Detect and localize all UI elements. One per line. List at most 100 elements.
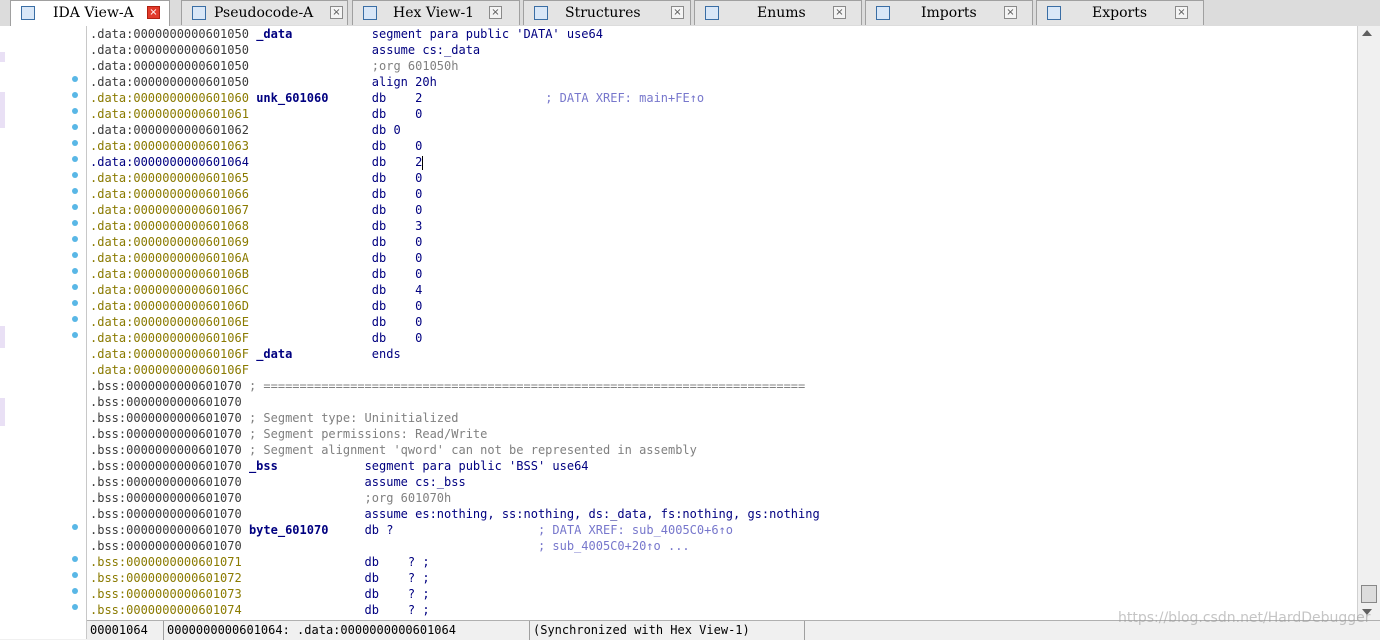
hex-view-icon — [363, 6, 377, 20]
line-instruction: ;org 601050h — [371, 59, 459, 73]
listing-line[interactable]: .bss:0000000000601070 ; ================… — [90, 378, 805, 394]
listing-line[interactable]: .data:000000000060106B db 0 — [90, 266, 422, 282]
line-label: byte_601070 — [248, 523, 329, 537]
listing-line[interactable]: .bss:0000000000601070 ; Segment alignmen… — [90, 442, 697, 458]
listing-line[interactable]: .data:000000000060106F _data ends — [90, 346, 401, 362]
listing-line[interactable]: .data:0000000000601068 db 3 — [90, 218, 422, 234]
line-instruction: align 20h — [371, 75, 437, 89]
listing-line-current[interactable]: .data:0000000000601064 db 2 — [90, 154, 424, 170]
line-address: .data:0000000000601060 — [90, 91, 249, 105]
line-address: .bss:0000000000601070 — [90, 491, 242, 505]
flow-dot — [72, 252, 78, 258]
listing-line[interactable]: .data:000000000060106F — [90, 362, 249, 378]
line-address: .bss:0000000000601070 — [90, 395, 242, 409]
tab-hex-view-1[interactable]: Hex View-1 × — [352, 0, 520, 25]
listing-line[interactable]: .data:000000000060106F db 0 — [90, 330, 422, 346]
close-icon[interactable]: × — [671, 6, 684, 19]
line-comment: ; ======================================… — [248, 379, 806, 393]
listing-line[interactable]: .data:000000000060106A db 0 — [90, 250, 422, 266]
line-address: .data:000000000060106C — [90, 283, 249, 297]
listing-line[interactable]: .bss:0000000000601070 ; sub_4005C0+20↑o … — [90, 538, 690, 554]
status-sync: (Synchronized with Hex View-1) — [530, 621, 805, 640]
pane-marker — [0, 326, 5, 348]
listing-line[interactable]: .bss:0000000000601070 — [90, 394, 242, 410]
line-xref[interactable]: ; sub_4005C0+20↑o ... — [538, 539, 690, 553]
close-icon[interactable]: × — [330, 6, 343, 19]
scroll-up-arrow-icon[interactable] — [1362, 30, 1372, 36]
pane-marker — [0, 398, 5, 426]
listing-line[interactable]: .data:0000000000601050 assume cs:_data — [90, 42, 480, 58]
flow-dot — [72, 300, 78, 306]
listing-line[interactable]: .bss:0000000000601072 db ? ; — [90, 570, 430, 586]
line-xref[interactable]: ; DATA XREF: main+FE↑o — [545, 91, 704, 105]
tab-ida-view-a[interactable]: IDA View-A × — [10, 0, 170, 26]
listing-line[interactable]: .data:0000000000601069 db 0 — [90, 234, 422, 250]
listing-line[interactable]: .bss:0000000000601070 _bss segment para … — [90, 458, 589, 474]
tab-label: Enums — [757, 5, 806, 21]
listing-line[interactable]: .bss:0000000000601070 assume cs:_bss — [90, 474, 466, 490]
line-address: .data:0000000000601050 — [90, 75, 249, 89]
scrollbar-thumb[interactable] — [1361, 585, 1377, 603]
flow-arrows-pane — [0, 26, 87, 639]
tab-structures[interactable]: Structures × — [523, 0, 691, 25]
flow-dot — [72, 332, 78, 338]
listing-line[interactable]: .data:0000000000601061 db 0 — [90, 106, 422, 122]
close-icon[interactable]: × — [833, 6, 846, 19]
listing-line[interactable]: .bss:0000000000601070 ; Segment permissi… — [90, 426, 487, 442]
listing-line[interactable]: .bss:0000000000601071 db ? ; — [90, 554, 430, 570]
line-address: .bss:0000000000601070 — [90, 411, 242, 425]
line-address: .data:0000000000601064 — [90, 155, 249, 169]
line-address: .bss:0000000000601071 — [90, 555, 242, 569]
listing-line[interactable]: .data:0000000000601050 _data segment par… — [90, 26, 603, 42]
listing-line[interactable]: .bss:0000000000601073 db ? ; — [90, 586, 430, 602]
listing-line[interactable]: .data:000000000060106D db 0 — [90, 298, 422, 314]
listing-line[interactable]: .data:0000000000601063 db 0 — [90, 138, 422, 154]
line-instruction: db 0 — [371, 203, 423, 217]
listing-line[interactable]: .data:0000000000601060 unk_601060 db 2 ;… — [90, 90, 704, 106]
tab-exports[interactable]: Exports × — [1036, 0, 1204, 25]
listing-line[interactable]: .bss:0000000000601070 ; Segment type: Un… — [90, 410, 458, 426]
listing-line[interactable]: .data:0000000000601066 db 0 — [90, 186, 422, 202]
close-icon[interactable]: × — [1175, 6, 1188, 19]
close-icon[interactable]: × — [147, 6, 160, 19]
flow-dot — [72, 188, 78, 194]
flow-dot — [72, 524, 78, 530]
close-icon[interactable]: × — [1004, 6, 1017, 19]
line-address: .bss:0000000000601070 — [90, 459, 242, 473]
line-comment: ; Segment type: Uninitialized — [248, 411, 459, 425]
line-address: .data:000000000060106D — [90, 299, 249, 313]
tab-enums[interactable]: Enums × — [694, 0, 862, 25]
tab-imports[interactable]: Imports × — [865, 0, 1033, 25]
ida-view-icon — [21, 6, 35, 20]
line-address: .bss:0000000000601070 — [90, 379, 242, 393]
line-address: .data:0000000000601063 — [90, 139, 249, 153]
listing-line[interactable]: .bss:0000000000601074 db ? ; — [90, 602, 430, 618]
line-address: .bss:0000000000601070 — [90, 475, 242, 489]
listing-line[interactable]: .bss:0000000000601070 byte_601070 db ? ;… — [90, 522, 733, 538]
text-cursor — [422, 155, 424, 170]
line-instruction: db 0 — [371, 267, 423, 281]
vertical-scrollbar[interactable] — [1357, 26, 1380, 620]
listing-line[interactable]: .data:0000000000601050 ;org 601050h — [90, 58, 458, 74]
flow-dot — [72, 140, 78, 146]
line-label: _data — [256, 347, 293, 361]
listing-line[interactable]: .data:000000000060106C db 4 — [90, 282, 422, 298]
flow-dot — [72, 92, 78, 98]
line-xref[interactable]: ; DATA XREF: sub_4005C0+6↑o — [538, 523, 733, 537]
disassembly-listing[interactable]: .data:0000000000601050 _data segment par… — [87, 26, 1357, 620]
listing-line[interactable]: .data:0000000000601065 db 0 — [90, 170, 422, 186]
tab-label: IDA View-A — [53, 5, 134, 21]
tab-pseudocode-a[interactable]: Pseudocode-A × — [181, 0, 348, 25]
listing-line[interactable]: .bss:0000000000601070 assume es:nothing,… — [90, 506, 820, 522]
line-instruction: db 0 — [371, 299, 423, 313]
listing-line[interactable]: .data:0000000000601062 db 0 — [90, 122, 401, 138]
line-instruction: db ? ; — [364, 603, 430, 617]
flow-dot — [72, 124, 78, 130]
listing-line[interactable]: .data:000000000060106E db 0 — [90, 314, 422, 330]
listing-line[interactable]: .data:0000000000601050 align 20h — [90, 74, 437, 90]
listing-line[interactable]: .bss:0000000000601070 ;org 601070h — [90, 490, 451, 506]
line-instruction: db ? ; — [364, 555, 430, 569]
listing-line[interactable]: .data:0000000000601067 db 0 — [90, 202, 422, 218]
line-instruction: assume cs:_data — [371, 43, 481, 57]
close-icon[interactable]: × — [489, 6, 502, 19]
